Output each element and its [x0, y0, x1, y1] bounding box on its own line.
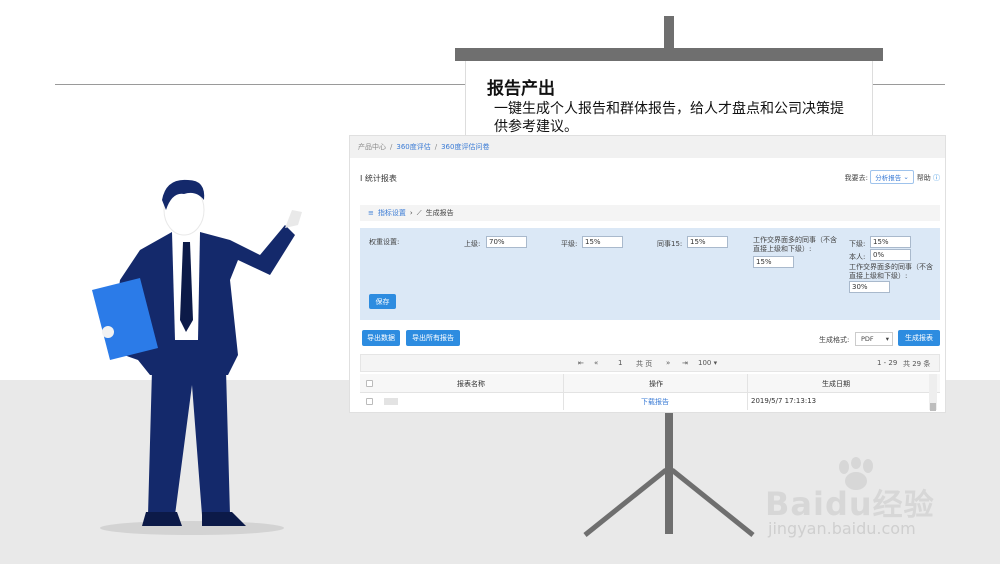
chart-icon: ⟋ [416, 208, 422, 217]
watermark-brand-cn: 经验 [872, 488, 935, 523]
subordinate-input[interactable]: 15% [870, 236, 911, 248]
slide-description: 一键生成个人报告和群体报告，给人才盘点和公司决策提供参考建议。 [494, 101, 844, 135]
weights-panel: 权重设置: 上级: 70% 平级: 15% 同事15: 15% 工作交界面多的同… [360, 228, 940, 320]
goto-label: 我要去: [844, 174, 868, 182]
app-screenshot: 产品中心 / 360度评估 / 360度评估问卷 I 统计报表 我要去: 分析报… [349, 135, 946, 413]
help-link[interactable]: 帮助 ⓘ [917, 173, 940, 183]
format-select[interactable]: PDF ▾ [855, 332, 893, 346]
panel-title: 统计报表 [364, 173, 397, 183]
database-icon: ≡ [368, 209, 374, 217]
page-size-select[interactable]: 100 ▾ [698, 359, 717, 367]
watermark-url: jingyan.baidu.com [768, 519, 916, 538]
row-checkbox[interactable] [366, 398, 373, 405]
screen-top-pole [664, 16, 674, 50]
breadcrumb-item-questionnaire[interactable]: 360度评估问卷 [441, 142, 489, 152]
redacted-name-icon [384, 398, 398, 405]
export-all-reports-button[interactable]: 导出所有报告 [406, 330, 460, 346]
first-page-icon[interactable]: ⇤ [578, 359, 584, 367]
info-icon: ⓘ [933, 174, 940, 182]
goto-select[interactable]: 分析报告 ⌄ [870, 170, 914, 184]
weights-label: 权重设置: [369, 238, 400, 246]
goto-select-value: 分析报告 [875, 174, 902, 182]
cross-input[interactable]: 15% [753, 256, 794, 268]
col-date: 生成日期 [822, 380, 850, 388]
watermark-brand-en: Baidu [765, 485, 873, 523]
format-value: PDF [861, 335, 874, 343]
tab-bar: ≡ 指标设置 › ⟋ 生成报告 [360, 205, 940, 221]
page-size-value: 100 [698, 359, 712, 367]
generated-date-cell: 2019/5/7 17:13:13 [751, 397, 817, 405]
next-page-icon[interactable]: » [666, 359, 670, 367]
self-label: 本人: [849, 253, 866, 261]
breadcrumb-sep: › [409, 209, 413, 217]
prev-page-icon[interactable]: « [594, 359, 598, 367]
colleague15-input[interactable]: 15% [687, 236, 728, 248]
table-header: 报表名称 操作 生成日期 [360, 374, 940, 393]
self-input[interactable]: 0% [870, 249, 911, 261]
cross2-label: 工作交界面多的同事（不含直接上级和下级）: [849, 263, 933, 280]
range-label: 1 - 29 [877, 359, 898, 367]
pagination-bar: ⇤ « 1 共 页 » ⇥ 100 ▾ 1 - 29 共 29 条 [360, 354, 940, 372]
col-action: 操作 [649, 380, 663, 388]
breadcrumb-sep: / [434, 143, 438, 151]
cross2-input[interactable]: 30% [849, 281, 890, 293]
breadcrumb: 产品中心 / 360度评估 / 360度评估问卷 [350, 136, 945, 158]
colleague15-label: 同事15: [657, 240, 683, 248]
total-pages-label: 共 页 [636, 360, 653, 368]
breadcrumb-sep: / [390, 143, 393, 151]
col-report-name: 报表名称 [457, 380, 485, 388]
last-page-icon[interactable]: ⇥ [682, 359, 688, 367]
cross-label: 工作交界面多的同事（不含直接上级和下级）: [753, 236, 837, 253]
watermark-brand: Baidu经验 [765, 480, 935, 524]
tab-indicator-settings[interactable]: 指标设置 [378, 208, 406, 218]
breadcrumb-item-360[interactable]: 360度评估 [396, 142, 430, 152]
save-button[interactable]: 保存 [369, 294, 396, 309]
subordinate-label: 下级: [849, 240, 866, 248]
help-label: 帮助 [916, 174, 931, 182]
panel-header: I 统计报表 我要去: 分析报告 ⌄ 帮助 ⓘ [360, 170, 940, 186]
scrollbar-thumb[interactable] [930, 403, 936, 411]
format-label: 生成格式: [819, 336, 850, 344]
slide-title: 报告产出 [487, 79, 555, 99]
generate-report-button[interactable]: 生成报表 [898, 330, 940, 346]
page-number-input[interactable]: 1 [618, 359, 622, 367]
select-all-checkbox[interactable] [366, 380, 373, 387]
presenter-figure-icon [92, 179, 302, 535]
superior-input[interactable]: 70% [486, 236, 527, 248]
caret-down-icon: ▾ [885, 335, 889, 343]
screen-bar [455, 48, 883, 61]
tab-generate-report[interactable]: 生成报告 [426, 208, 454, 218]
total-count-label: 共 29 条 [903, 360, 931, 368]
download-report-link[interactable]: 下载报告 [641, 397, 669, 407]
table-row: 下载报告 2019/5/7 17:13:13 [360, 394, 940, 410]
peer-label: 平级: [561, 240, 578, 248]
breadcrumb-item-product[interactable]: 产品中心 [358, 142, 386, 152]
peer-input[interactable]: 15% [582, 236, 623, 248]
chevron-down-icon: ⌄ [903, 173, 909, 181]
export-data-button[interactable]: 导出数据 [362, 330, 400, 346]
superior-label: 上级: [464, 240, 481, 248]
